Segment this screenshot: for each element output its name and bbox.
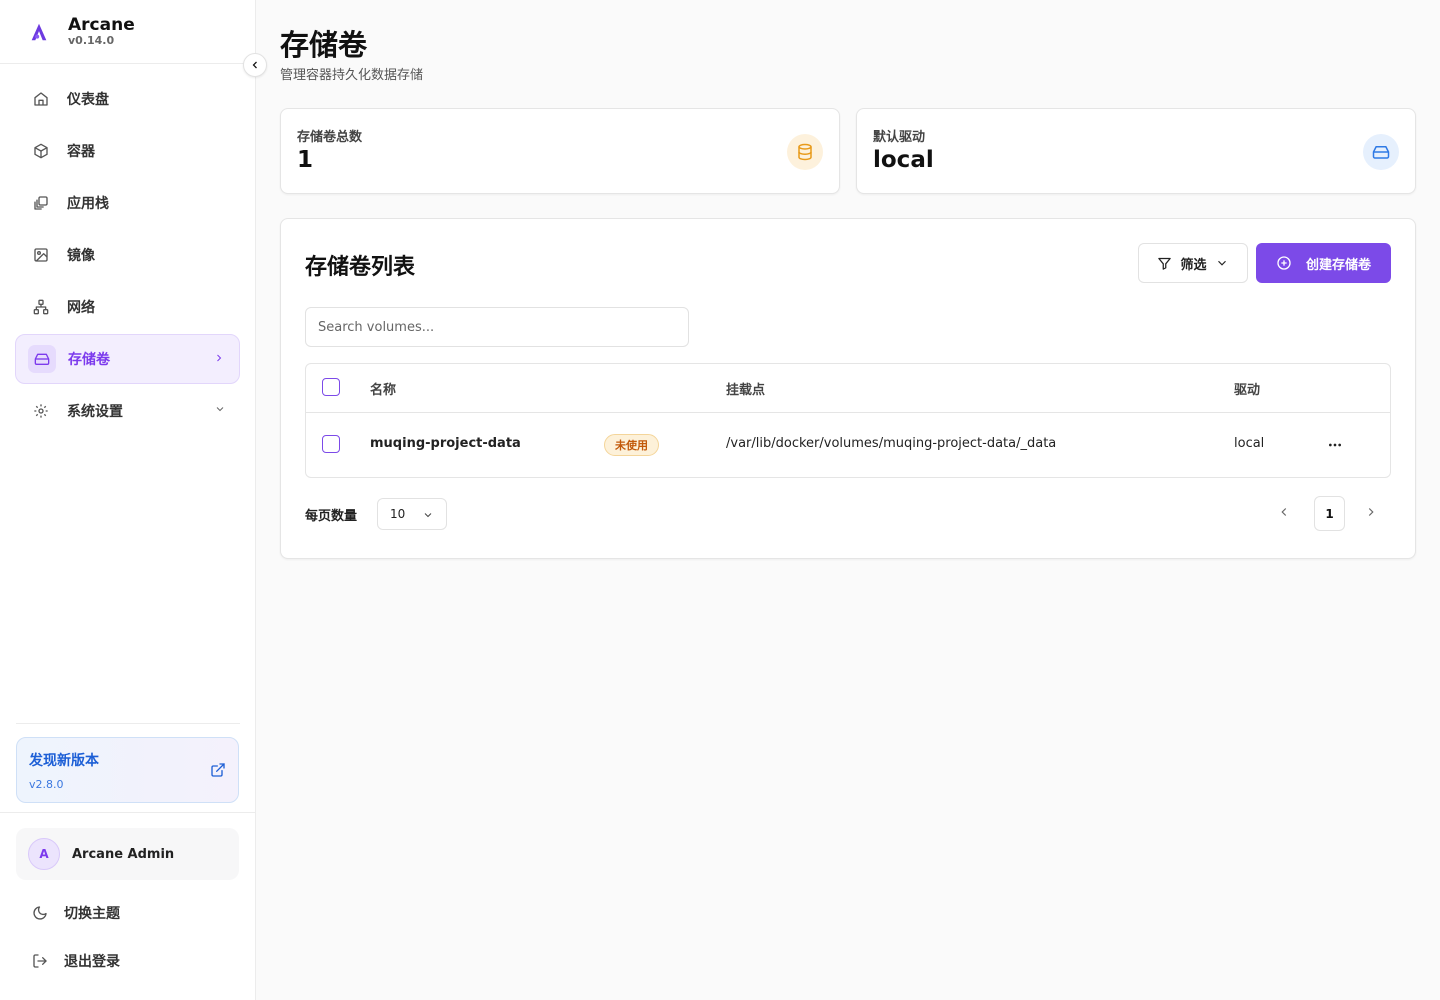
create-volume-label: 创建存储卷: [1305, 257, 1371, 273]
volume-mountpoint: /var/lib/docker/volumes/muqing-project-d…: [726, 436, 1057, 451]
status-badge: 未使用: [604, 434, 659, 456]
logout-label: 退出登录: [64, 954, 120, 970]
theme-toggle-label: 切换主题: [64, 906, 120, 922]
more-actions-icon[interactable]: [1326, 437, 1344, 453]
theme-toggle-button[interactable]: 切换主题: [32, 903, 120, 923]
user-menu[interactable]: A Arcane Admin: [16, 828, 239, 880]
chevron-right-icon: [217, 354, 222, 362]
sidebar-item-label: 应用栈: [67, 196, 109, 212]
sidebar-item-label: 系统设置: [67, 404, 123, 420]
external-link-icon[interactable]: [210, 762, 226, 778]
column-header-mountpoint[interactable]: 挂载点: [726, 379, 765, 398]
sidebar-item-volumes[interactable]: 存储卷: [15, 334, 240, 384]
column-header-name[interactable]: 名称: [370, 379, 396, 398]
table-header: 名称 挂载点 驱动: [306, 364, 1390, 413]
sidebar-item-label: 容器: [67, 144, 95, 160]
column-header-driver[interactable]: 驱动: [1234, 379, 1260, 398]
filter-button[interactable]: 筛选: [1138, 243, 1248, 283]
plus-circle-icon: [1277, 256, 1291, 270]
stat-card-default-driver: 默认驱动 local: [856, 108, 1416, 194]
volume-table: 名称 挂载点 驱动 muqing-project-data 未使用 /var/l…: [305, 363, 1391, 478]
sidebar-item-dashboard[interactable]: 仪表盘: [15, 74, 240, 124]
image-icon: [33, 247, 49, 263]
brand[interactable]: Arcane v0.14.0: [0, 0, 255, 64]
brand-name: Arcane: [68, 14, 135, 35]
volume-list-card: 存储卷列表 筛选 创建存储卷 名称 挂载点 驱动 muqing-project-…: [280, 218, 1416, 559]
volume-name-link[interactable]: muqing-project-data: [370, 436, 521, 451]
main-content: 存储卷 管理容器持久化数据存储 存储卷总数 1 默认驱动 local 存储卷列表…: [256, 0, 1440, 1000]
per-page-select[interactable]: 10: [377, 498, 447, 530]
stat-card-total-volumes: 存储卷总数 1: [280, 108, 840, 194]
chevron-down-icon: [216, 407, 224, 412]
update-version: v2.8.0: [29, 778, 64, 791]
sidebar-item-containers[interactable]: 容器: [15, 126, 240, 176]
sidebar-item-networks[interactable]: 网络: [15, 282, 240, 332]
sidebar: Arcane v0.14.0 仪表盘 容器 应用栈 镜像 网络 存储卷 系统设置…: [0, 0, 256, 1000]
sidebar-collapse-button[interactable]: [243, 53, 267, 77]
sidebar-item-label: 存储卷: [68, 352, 110, 368]
sidebar-item-stacks[interactable]: 应用栈: [15, 178, 240, 228]
per-page-value: 10: [390, 507, 406, 521]
select-all-checkbox[interactable]: [322, 378, 340, 396]
chevron-left-icon: [252, 61, 257, 69]
update-title: 发现新版本: [29, 753, 99, 769]
previous-page-icon[interactable]: [1277, 505, 1291, 519]
hard-drive-icon: [28, 345, 56, 373]
divider: [16, 723, 240, 724]
volume-list-title: 存储卷列表: [305, 255, 416, 280]
create-volume-button[interactable]: 创建存储卷: [1256, 243, 1391, 283]
hard-drive-icon: [1363, 134, 1399, 170]
page-title: 存储卷: [280, 28, 368, 62]
sidebar-item-label: 镜像: [67, 248, 95, 264]
user-name: Arcane Admin: [72, 846, 175, 862]
search-input[interactable]: [305, 307, 689, 347]
next-page-icon[interactable]: [1364, 505, 1378, 519]
sidebar-nav: 仪表盘 容器 应用栈 镜像 网络 存储卷 系统设置: [0, 64, 255, 436]
sidebar-item-images[interactable]: 镜像: [15, 230, 240, 280]
avatar: A: [28, 838, 60, 870]
per-page-label: 每页数量: [305, 509, 358, 524]
filter-icon: [1158, 257, 1172, 270]
row-checkbox[interactable]: [322, 435, 340, 453]
divider: [0, 812, 256, 813]
chevron-down-icon: [424, 513, 432, 518]
chevron-down-icon: [1217, 260, 1226, 266]
stat-label: 存储卷总数: [297, 130, 363, 145]
filter-label: 筛选: [1180, 257, 1207, 273]
sidebar-item-settings[interactable]: 系统设置: [15, 386, 240, 436]
moon-icon: [32, 905, 48, 921]
box-icon: [33, 143, 49, 159]
stat-value: local: [873, 147, 934, 173]
home-icon: [33, 91, 49, 107]
sidebar-item-label: 网络: [67, 300, 95, 316]
page-subtitle: 管理容器持久化数据存储: [280, 68, 424, 83]
volume-driver: local: [1234, 436, 1265, 451]
layers-icon: [33, 195, 49, 211]
arcane-logo-icon: [31, 23, 47, 40]
database-icon: [787, 134, 823, 170]
logout-button[interactable]: 退出登录: [32, 951, 120, 971]
gear-icon: [33, 403, 49, 419]
brand-version: v0.14.0: [68, 33, 115, 47]
update-notice[interactable]: 发现新版本 v2.8.0: [16, 737, 239, 803]
page-number-button[interactable]: 1: [1314, 496, 1345, 531]
logout-icon: [32, 953, 48, 969]
stat-label: 默认驱动: [873, 130, 926, 145]
stat-value: 1: [297, 147, 314, 173]
sidebar-item-label: 仪表盘: [67, 92, 109, 108]
network-icon: [33, 299, 49, 315]
